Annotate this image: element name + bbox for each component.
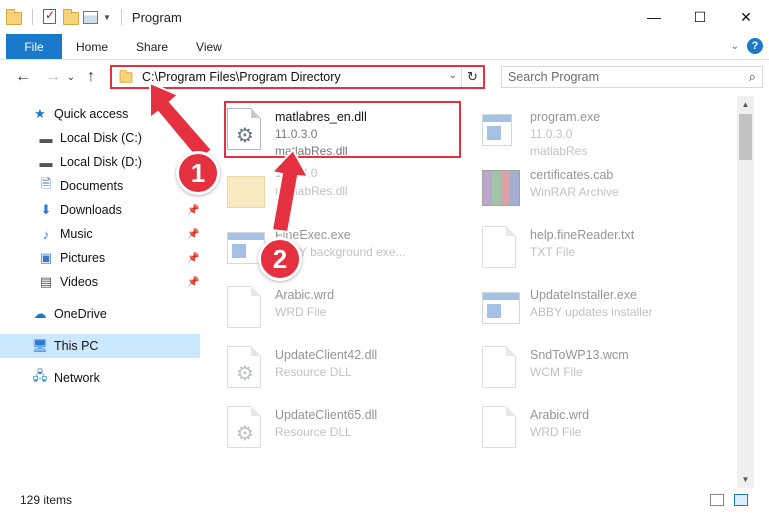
scroll-thumb[interactable]: [739, 114, 752, 160]
vertical-scrollbar[interactable]: ▲ ▼: [737, 96, 754, 488]
details-view-icon[interactable]: [710, 494, 724, 506]
arrow-1: [149, 81, 214, 162]
callout-badge-1: 1: [176, 151, 220, 195]
callout-arrows: [149, 81, 310, 234]
status-bar: 129 items: [0, 490, 769, 510]
arrow-2: [270, 148, 310, 234]
scroll-down-icon[interactable]: ▼: [737, 471, 754, 488]
large-icons-view-icon[interactable]: [734, 494, 748, 506]
scroll-up-icon[interactable]: ▲: [737, 96, 754, 113]
callout-badge-2: 2: [258, 237, 302, 281]
item-count: 129 items: [20, 493, 73, 507]
